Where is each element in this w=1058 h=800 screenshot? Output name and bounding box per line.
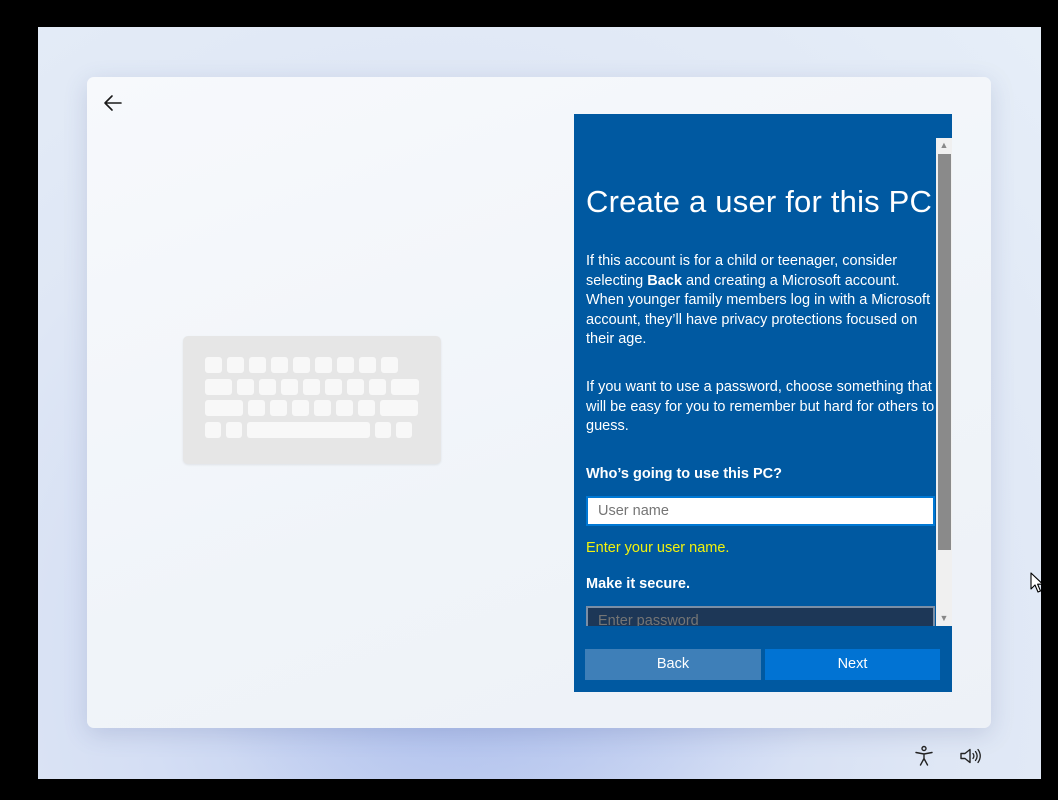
scrollbar[interactable]: ▲ ▼ [936,138,952,626]
back-arrow-icon[interactable] [101,91,125,115]
password-note: If you want to use a password, choose so… [586,379,935,435]
panel-scroll-content[interactable]: Create a user for this PC If this accoun… [586,114,936,626]
setup-card: Create a user for this PC If this accoun… [87,77,991,728]
username-input[interactable] [586,496,935,526]
child-account-note: If this account is for a child or teenag… [586,253,931,348]
keyboard-row [205,400,418,416]
volume-icon[interactable] [958,744,982,768]
next-button[interactable]: Next [765,649,940,680]
scroll-thumb[interactable] [938,154,951,550]
keyboard-row [205,422,412,438]
back-button[interactable]: Back [585,649,761,680]
keyboard-illustration [183,336,441,464]
username-label: Who’s going to use this PC? [586,466,783,482]
keyboard-row [205,379,419,395]
create-user-panel: Create a user for this PC If this accoun… [574,114,952,692]
password-input[interactable] [586,606,935,626]
keyboard-row [205,357,398,373]
scroll-down-arrow-icon[interactable]: ▼ [936,611,952,626]
secure-label: Make it secure. [586,576,690,592]
accessibility-icon[interactable] [912,744,936,768]
oobe-background: Create a user for this PC If this accoun… [38,27,1041,779]
page-title: Create a user for this PC [586,184,933,219]
scroll-up-arrow-icon[interactable]: ▲ [936,138,952,153]
mouse-cursor-icon [1030,572,1044,593]
username-error: Enter your user name. [586,540,730,556]
